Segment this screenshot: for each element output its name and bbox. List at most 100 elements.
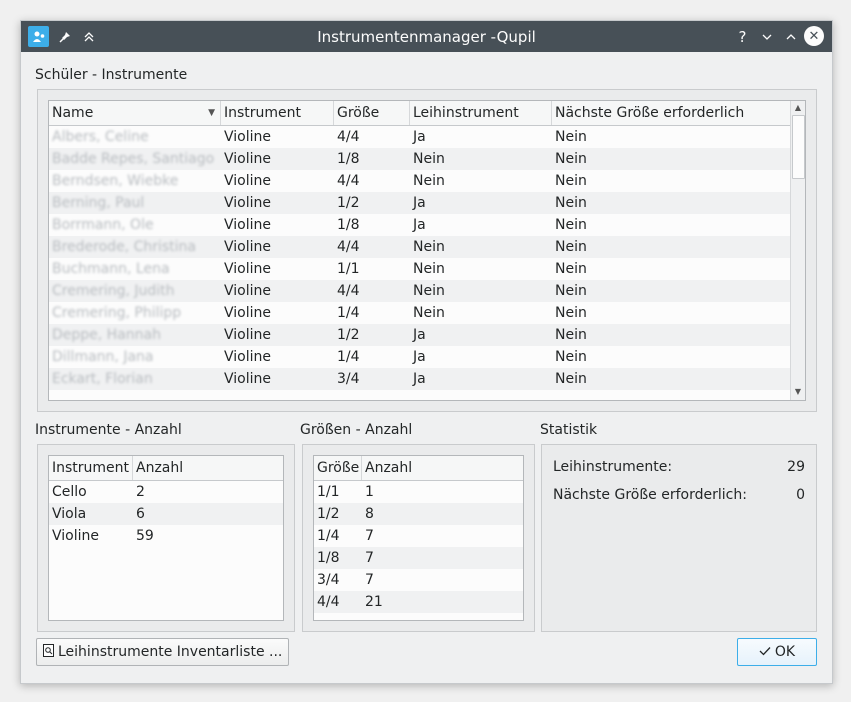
table-cell: 4/4	[337, 283, 360, 299]
table-cell: Berndsen, Wiebke	[52, 173, 179, 189]
table-row[interactable]: Borrmann, Ole Violine 1/8 Ja Nein	[49, 214, 790, 236]
table-cell: Viola	[52, 506, 87, 522]
table-row[interactable]: 3/4 7	[314, 569, 523, 591]
table-cell: 1/4	[337, 305, 360, 321]
table-cell: Nein	[555, 151, 587, 167]
minimize-icon[interactable]	[756, 26, 777, 47]
ok-button[interactable]: OK	[737, 638, 817, 666]
table-cell: Cremering, Judith	[52, 283, 175, 299]
table-cell: Cremering, Philipp	[52, 305, 182, 321]
title-bar[interactable]: Instrumentenmanager -Qupil ? ✕	[21, 21, 832, 52]
table-row[interactable]: Viola 6	[49, 503, 283, 525]
instruments-table[interactable]: Instrument Anzahl Cello 2 Viola 6 Violine 59	[48, 455, 284, 621]
students-scrollbar[interactable]: ▲ ▼	[790, 101, 805, 400]
students-section-title: Schüler - Instrumente	[35, 67, 187, 83]
students-table-body: Albers, Celine Violine 4/4 Ja Nein Badde Repe…	[49, 126, 790, 400]
table-row[interactable]: 4/4 21	[314, 591, 523, 613]
table-row[interactable]: Dillmann, Jana Violine 1/4 Ja Nein	[49, 346, 790, 368]
column-header-instrument[interactable]: Instrument	[221, 101, 334, 125]
table-cell: Nein	[413, 305, 445, 321]
instruments-table-header: Instrument Anzahl	[49, 456, 283, 481]
scroll-up-arrow-icon[interactable]: ▲	[791, 101, 805, 115]
table-cell: Ja	[413, 129, 426, 145]
table-cell: 7	[365, 572, 374, 588]
table-cell: Badde Repes, Santiago	[52, 151, 215, 167]
table-row[interactable]: 1/2 8	[314, 503, 523, 525]
close-icon[interactable]: ✕	[804, 26, 824, 46]
table-cell: 21	[365, 594, 383, 610]
stat-value-next-size: 0	[796, 487, 805, 503]
table-row[interactable]: Brederode, Christina Violine 4/4 Nein Nein	[49, 236, 790, 258]
statistics-frame: Leihinstrumente: 29 Nächste Größe erford…	[541, 444, 817, 632]
table-row[interactable]: Albers, Celine Violine 4/4 Ja Nein	[49, 126, 790, 148]
table-row[interactable]: Buchmann, Lena Violine 1/1 Nein Nein	[49, 258, 790, 280]
table-cell: Nein	[555, 283, 587, 299]
column-header-next-size[interactable]: Nächste Größe erforderlich	[552, 101, 790, 125]
table-cell: 59	[136, 528, 154, 544]
table-cell: Ja	[413, 371, 426, 387]
instruments-section-title: Instrumente - Anzahl	[35, 422, 182, 438]
statistics-section-title: Statistik	[540, 422, 598, 438]
help-icon[interactable]: ?	[732, 26, 753, 47]
table-cell: Nein	[555, 239, 587, 255]
table-cell: Violine	[224, 217, 271, 233]
table-cell: 4/4	[317, 594, 340, 610]
scrollbar-handle[interactable]	[792, 115, 805, 179]
column-header-instrument[interactable]: Instrument	[49, 456, 133, 480]
table-cell: Nein	[555, 129, 587, 145]
maximize-icon[interactable]	[780, 26, 801, 47]
inventory-list-button[interactable]: Leihinstrumente Inventarliste ...	[36, 638, 289, 666]
stat-label-rental: Leihinstrumente:	[553, 459, 673, 475]
table-cell: Ja	[413, 349, 426, 365]
table-cell: Violine	[224, 261, 271, 277]
table-cell: Nein	[555, 261, 587, 277]
sizes-table[interactable]: Größe Anzahl 1/1 1 1/2 8 1/4 7 1/8 7 3/4 7 4/4 21	[313, 455, 524, 621]
table-cell: 4/4	[337, 129, 360, 145]
table-cell: 1/2	[337, 195, 360, 211]
table-row[interactable]: Berning, Paul Violine 1/2 Ja Nein	[49, 192, 790, 214]
table-cell: Violine	[224, 239, 271, 255]
column-header-rental[interactable]: Leihinstrument	[410, 101, 552, 125]
table-cell: 1/2	[317, 506, 340, 522]
table-cell: Albers, Celine	[52, 129, 149, 145]
table-cell: Violine	[224, 349, 271, 365]
table-row[interactable]: Berndsen, Wiebke Violine 4/4 Nein Nein	[49, 170, 790, 192]
table-cell: Violine	[52, 528, 99, 544]
table-row[interactable]: Violine 59	[49, 525, 283, 547]
table-cell: Brederode, Christina	[52, 239, 196, 255]
table-cell: 1/1	[317, 484, 340, 500]
sizes-section-title: Größen - Anzahl	[300, 422, 413, 438]
column-header-size[interactable]: Größe	[314, 456, 362, 480]
table-row[interactable]: Badde Repes, Santiago Violine 1/8 Nein Nein	[49, 148, 790, 170]
table-row[interactable]: 1/4 7	[314, 525, 523, 547]
column-header-count[interactable]: Anzahl	[362, 456, 523, 480]
table-cell: Violine	[224, 151, 271, 167]
students-table[interactable]: Name ▼ Instrument Größe Leihinstrument Nä…	[48, 100, 806, 401]
table-row[interactable]: 1/8 7	[314, 547, 523, 569]
table-cell: Nein	[555, 327, 587, 343]
document-icon	[43, 643, 54, 661]
table-cell: Violine	[224, 283, 271, 299]
column-header-count[interactable]: Anzahl	[133, 456, 283, 480]
table-row[interactable]: Cremering, Judith Violine 4/4 Nein Nein	[49, 280, 790, 302]
scroll-down-arrow-icon[interactable]: ▼	[791, 385, 805, 399]
table-cell: 7	[365, 528, 374, 544]
table-row[interactable]: Cremering, Philipp Violine 1/4 Nein Nein	[49, 302, 790, 324]
column-header-name[interactable]: Name ▼	[49, 101, 221, 125]
table-row[interactable]: Eckart, Florian Violine 3/4 Ja Nein	[49, 368, 790, 390]
column-header-size[interactable]: Größe	[334, 101, 410, 125]
table-cell: Borrmann, Ole	[52, 217, 154, 233]
table-row[interactable]: Cello 2	[49, 481, 283, 503]
table-cell: 1/4	[337, 349, 360, 365]
table-cell: 7	[365, 550, 374, 566]
table-cell: Cello	[52, 484, 87, 500]
table-cell: Nein	[555, 305, 587, 321]
table-row[interactable]: Deppe, Hannah Violine 1/2 Ja Nein	[49, 324, 790, 346]
table-row[interactable]: 1/1 1	[314, 481, 523, 503]
table-cell: 3/4	[317, 572, 340, 588]
table-cell: 1/8	[337, 217, 360, 233]
stat-label-next-size: Nächste Größe erforderlich:	[553, 487, 747, 503]
table-cell: Ja	[413, 217, 426, 233]
inventory-list-button-label: Leihinstrumente Inventarliste ...	[58, 644, 283, 660]
table-cell: 1/1	[337, 261, 360, 277]
